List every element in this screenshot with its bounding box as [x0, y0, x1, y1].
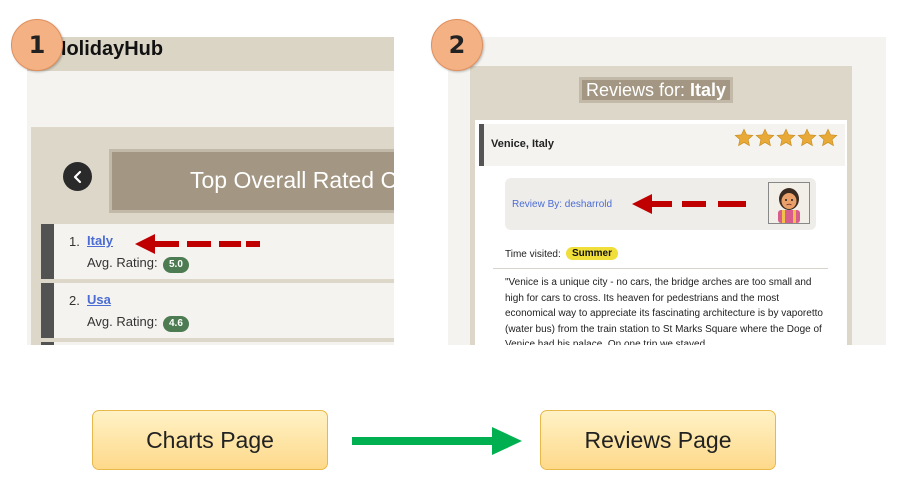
- reviewer-link[interactable]: Review By: desharrold: [512, 199, 612, 210]
- star-icon: [797, 128, 817, 147]
- review-text: "Venice is a unique city - no cars, the …: [505, 277, 823, 345]
- reviews-title: Reviews for: Italy: [579, 77, 734, 103]
- avatar: [768, 182, 810, 224]
- star-icon: [755, 128, 775, 147]
- rating-badge: 5.0: [163, 257, 189, 273]
- star-icon: [776, 128, 796, 147]
- green-arrow-icon: [352, 427, 522, 455]
- time-visited-label: Time visited:: [505, 249, 561, 260]
- ranking-row: [41, 342, 394, 345]
- reviews-title-prefix: Reviews for:: [586, 80, 686, 100]
- season-badge: Summer: [566, 247, 619, 260]
- back-button[interactable]: [63, 162, 92, 191]
- star-icon: [818, 128, 838, 147]
- charts-page-screenshot: HolidayHub Top Overall Rated C 1. Italy …: [27, 37, 394, 345]
- avg-rating-label: Avg. Rating:: [87, 314, 158, 329]
- charts-page-label: Charts Page: [92, 410, 328, 470]
- chevron-left-icon: [73, 170, 81, 183]
- rank-number: 2.: [69, 293, 80, 308]
- charts-banner-title: Top Overall Rated C: [190, 167, 394, 193]
- user-avatar-icon: [778, 188, 800, 223]
- rank-number: 1.: [69, 234, 80, 249]
- rating-badge: 4.6: [163, 316, 189, 332]
- divider: [493, 268, 828, 269]
- avg-rating-label: Avg. Rating:: [87, 255, 158, 270]
- star-rating: [734, 128, 838, 148]
- step-badge-2: 2: [431, 19, 483, 71]
- app-title: HolidayHub: [52, 38, 164, 60]
- charts-banner: Top Overall Rated C: [109, 149, 394, 213]
- reviews-page-screenshot: Reviews for: Italy Venice, Italy Review …: [448, 37, 886, 345]
- star-icon: [734, 128, 754, 147]
- step-badge-1: 1: [11, 19, 63, 71]
- ranking-row: 1. Italy Avg. Rating: 5.0: [41, 224, 394, 279]
- reviews-title-country: Italy: [690, 80, 727, 100]
- country-link-usa[interactable]: Usa: [87, 292, 111, 307]
- country-link-italy[interactable]: Italy: [87, 233, 113, 248]
- ranking-row: 2. Usa Avg. Rating: 4.6: [41, 283, 394, 338]
- review-place: Venice, Italy: [491, 138, 554, 150]
- reviews-page-label: Reviews Page: [540, 410, 776, 470]
